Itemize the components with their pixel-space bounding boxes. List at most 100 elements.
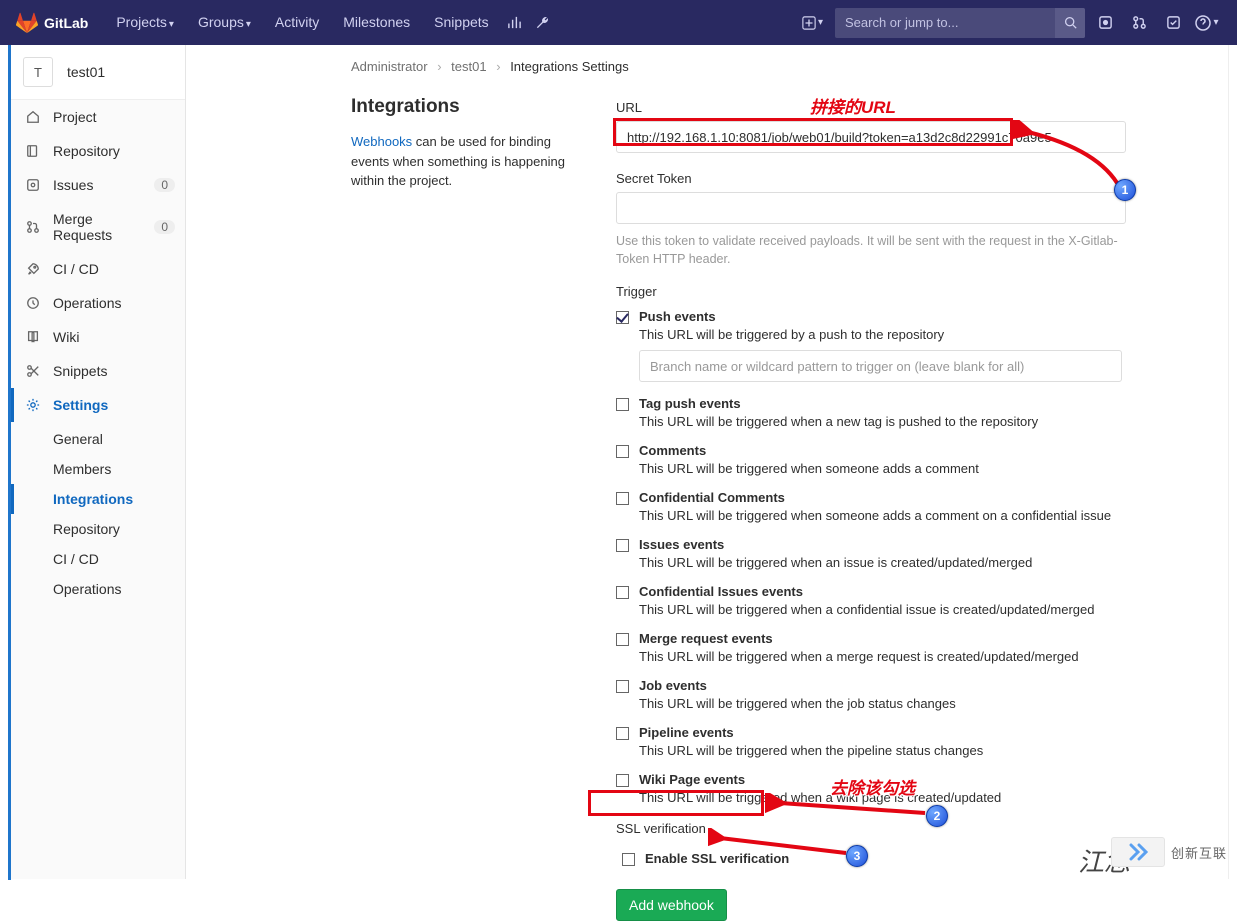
- sidebar-item-cicd[interactable]: CI / CD: [11, 252, 185, 286]
- branch-filter-input[interactable]: [639, 350, 1122, 382]
- left-accent-bar: [8, 8, 11, 880]
- sidebar-item-issues[interactable]: Issues0: [11, 168, 185, 202]
- merge-request-icon: [25, 219, 41, 235]
- nav-groups[interactable]: Groups▾: [186, 0, 263, 45]
- gear-icon: [25, 397, 41, 413]
- issues-count-badge: 0: [154, 178, 175, 192]
- watermark-logo-icon: [1111, 837, 1165, 867]
- ssl-checkbox[interactable]: [622, 853, 635, 866]
- issues-checkbox[interactable]: [616, 539, 629, 552]
- plus-icon: [802, 16, 816, 30]
- merge-requests-shortcut-icon[interactable]: [1125, 9, 1153, 37]
- conf-comments-checkbox[interactable]: [616, 492, 629, 505]
- chevron-down-icon: ▾: [818, 17, 823, 28]
- annotation-badge-3: 3: [846, 845, 868, 867]
- trigger-job: Job eventsThis URL will be triggered whe…: [616, 678, 1126, 711]
- rocket-icon: [25, 261, 41, 277]
- scissors-icon: [25, 363, 41, 379]
- mr-count-badge: 0: [154, 220, 175, 234]
- trigger-wiki: Wiki Page eventsThis URL will be trigger…: [616, 772, 1126, 805]
- ssl-label: SSL verification: [616, 821, 1126, 836]
- secret-input[interactable]: [616, 192, 1126, 224]
- chevron-down-icon: ▾: [169, 19, 174, 30]
- settings-subnav: General Members Integrations Repository …: [11, 422, 185, 606]
- secret-help: Use this token to validate received payl…: [616, 232, 1126, 268]
- search-input[interactable]: [835, 15, 1055, 30]
- subnav-general[interactable]: General: [11, 424, 185, 454]
- new-dropdown[interactable]: ▾: [796, 16, 829, 30]
- add-webhook-button[interactable]: Add webhook: [616, 889, 727, 921]
- project-header[interactable]: T test01: [11, 45, 185, 100]
- form-column: URL Secret Token Use this token to valid…: [616, 96, 1126, 921]
- nav-milestones[interactable]: Milestones: [331, 0, 422, 45]
- repository-icon: [25, 143, 41, 159]
- annotation-badge-2: 2: [926, 805, 948, 827]
- subnav-repository[interactable]: Repository: [11, 514, 185, 544]
- sidebar-item-repository[interactable]: Repository: [11, 134, 185, 168]
- breadcrumb-admin[interactable]: Administrator: [351, 59, 428, 74]
- breadcrumb: Administrator › test01 › Integrations Se…: [351, 59, 1217, 74]
- subnav-integrations[interactable]: Integrations: [11, 484, 185, 514]
- url-input[interactable]: [616, 121, 1126, 153]
- intro-column: Integrations Webhooks can be used for bi…: [351, 96, 576, 921]
- nav-activity[interactable]: Activity: [263, 0, 331, 45]
- sidebar-item-operations[interactable]: Operations: [11, 286, 185, 320]
- trigger-conf-comments: Confidential CommentsThis URL will be tr…: [616, 490, 1126, 523]
- trigger-mr: Merge request eventsThis URL will be tri…: [616, 631, 1126, 664]
- sidebar-item-snippets[interactable]: Snippets: [11, 354, 185, 388]
- todos-icon[interactable]: [1159, 9, 1187, 37]
- project-name: test01: [67, 64, 105, 80]
- stats-icon[interactable]: [501, 9, 529, 37]
- conf-issues-checkbox[interactable]: [616, 586, 629, 599]
- project-identicon: T: [23, 57, 53, 87]
- breadcrumb-current: Integrations Settings: [510, 59, 629, 74]
- watermark: 创新互联: [1111, 837, 1227, 867]
- ssl-check-label: Enable SSL verification: [645, 851, 789, 866]
- tag-checkbox[interactable]: [616, 398, 629, 411]
- brand[interactable]: GitLab: [16, 12, 88, 34]
- trigger-pipeline: Pipeline eventsThis URL will be triggere…: [616, 725, 1126, 758]
- top-navbar: GitLab Projects▾ Groups▾ Activity Milest…: [0, 0, 1237, 45]
- operations-icon: [25, 295, 41, 311]
- book-icon: [25, 329, 41, 345]
- comments-checkbox[interactable]: [616, 445, 629, 458]
- ssl-row: Enable SSL verification: [616, 846, 1126, 871]
- nav-snippets[interactable]: Snippets: [422, 0, 500, 45]
- webhooks-link[interactable]: Webhooks: [351, 134, 412, 149]
- content-area: Administrator › test01 › Integrations Se…: [186, 45, 1237, 879]
- subnav-cicd[interactable]: CI / CD: [11, 544, 185, 574]
- sidebar-item-settings[interactable]: Settings: [11, 388, 185, 422]
- gitlab-logo-icon: [16, 12, 38, 34]
- annotation-badge-1: 1: [1114, 179, 1136, 201]
- pipeline-checkbox[interactable]: [616, 727, 629, 740]
- subnav-members[interactable]: Members: [11, 454, 185, 484]
- issues-shortcut-icon[interactable]: [1091, 9, 1119, 37]
- search-box[interactable]: [835, 8, 1085, 38]
- help-dropdown[interactable]: ▾: [1193, 9, 1221, 37]
- subnav-operations[interactable]: Operations: [11, 574, 185, 604]
- breadcrumb-project[interactable]: test01: [451, 59, 486, 74]
- help-icon: [1195, 15, 1211, 31]
- url-label: URL: [616, 100, 1126, 115]
- job-checkbox[interactable]: [616, 680, 629, 693]
- trigger-label: Trigger: [616, 284, 1126, 299]
- mr-checkbox[interactable]: [616, 633, 629, 646]
- sidebar-item-merge-requests[interactable]: Merge Requests0: [11, 202, 185, 252]
- sidebar-item-project[interactable]: Project: [11, 100, 185, 134]
- brand-label: GitLab: [44, 15, 88, 31]
- wiki-checkbox[interactable]: [616, 774, 629, 787]
- issues-icon: [25, 177, 41, 193]
- sidebar: T test01 Project Repository Issues0 Merg…: [11, 45, 186, 879]
- trigger-tag: Tag push eventsThis URL will be triggere…: [616, 396, 1126, 429]
- admin-wrench-icon[interactable]: [529, 9, 557, 37]
- home-icon: [25, 109, 41, 125]
- chevron-down-icon: ▾: [246, 19, 251, 30]
- sidebar-item-wiki[interactable]: Wiki: [11, 320, 185, 354]
- push-checkbox[interactable]: [616, 311, 629, 324]
- trigger-push: Push eventsThis URL will be triggered by…: [616, 309, 1126, 382]
- nav-projects[interactable]: Projects▾: [104, 0, 186, 45]
- watermark-label: 创新互联: [1171, 843, 1227, 862]
- trigger-comments: CommentsThis URL will be triggered when …: [616, 443, 1126, 476]
- search-button[interactable]: [1055, 8, 1085, 38]
- trigger-issues: Issues eventsThis URL will be triggered …: [616, 537, 1126, 570]
